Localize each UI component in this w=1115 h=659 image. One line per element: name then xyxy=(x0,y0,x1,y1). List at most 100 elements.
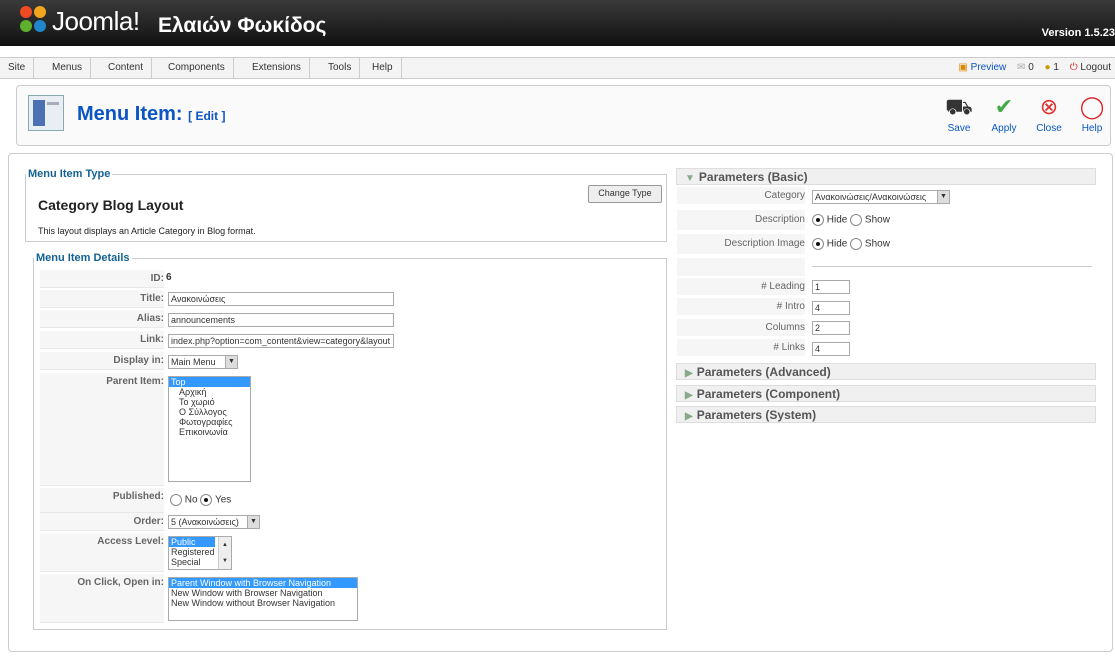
onclick-option[interactable]: Parent Window with Browser Navigation xyxy=(169,578,357,588)
layout-name: Category Blog Layout xyxy=(38,197,184,213)
users-count[interactable]: ● 1 xyxy=(1045,62,1059,73)
id-label: ID: xyxy=(40,270,164,288)
access-level-label: Access Level: xyxy=(40,533,164,572)
mail-icon: ✉ xyxy=(1017,62,1026,73)
menu-menus[interactable]: Menus xyxy=(44,58,92,78)
admin-header: Joomla! Ελαιών Φωκίδος Version 1.5.23 xyxy=(0,0,1115,46)
description-hide-radio[interactable] xyxy=(812,214,824,226)
category-label: Category xyxy=(677,187,805,204)
link-input[interactable]: index.php?option=com_content&view=catego… xyxy=(168,334,394,348)
published-no-radio[interactable] xyxy=(170,494,182,506)
onclick-option[interactable]: New Window with Browser Navigation xyxy=(169,588,357,598)
preview-link[interactable]: ▣ Preview xyxy=(958,62,1006,73)
parent-option[interactable]: Το χωριό xyxy=(169,397,250,407)
title-label: Title: xyxy=(40,290,164,308)
menu-site[interactable]: Site xyxy=(0,58,35,78)
onclick-list[interactable]: Parent Window with Browser Navigation Ne… xyxy=(168,577,358,621)
menu-extensions[interactable]: Extensions xyxy=(244,58,310,78)
menu-item-page-icon xyxy=(28,95,64,131)
parent-option[interactable]: Top xyxy=(169,377,250,387)
alias-input[interactable]: announcements xyxy=(168,313,394,327)
access-level-list[interactable]: Public Registered Special ▲ ▼ xyxy=(168,536,232,570)
published-label: Published: xyxy=(40,488,164,513)
description-image-radios: Hide Show xyxy=(812,238,890,250)
description-show-radio[interactable] xyxy=(850,214,863,226)
order-select[interactable]: 5 (Ανακοινώσεις) ▼ xyxy=(168,515,260,529)
id-value: 6 xyxy=(166,272,172,283)
chevron-down-icon: ▼ xyxy=(937,191,949,203)
listbox-scrollbar[interactable]: ▲ ▼ xyxy=(218,537,231,569)
version-label: Version 1.5.23 xyxy=(1041,27,1115,39)
leading-label: # Leading xyxy=(677,278,805,295)
links-label: # Links xyxy=(677,339,805,356)
params-component-header[interactable]: ▶ Parameters (Component) xyxy=(676,385,1096,402)
parent-option[interactable]: Αρχική xyxy=(169,387,250,397)
display-in-select[interactable]: Main Menu ▼ xyxy=(168,355,238,369)
close-button[interactable]: ⊗ Close xyxy=(1029,94,1069,134)
separator-line xyxy=(812,266,1092,267)
logout-link[interactable]: ⏻ Logout xyxy=(1070,62,1111,73)
apply-button[interactable]: ✔ Apply xyxy=(984,94,1024,134)
params-advanced-header[interactable]: ▶ Parameters (Advanced) xyxy=(676,363,1096,380)
site-name: Ελαιών Φωκίδος xyxy=(158,14,327,37)
save-icon: ⛟ xyxy=(945,94,973,119)
expand-right-icon: ▶ xyxy=(685,368,693,379)
params-basic-header[interactable]: ▼ Parameters (Basic) xyxy=(676,168,1096,185)
logout-icon: ⏻ xyxy=(1069,62,1078,73)
category-select[interactable]: Ανακοινώσεις/Ανακοινώσεις ▼ xyxy=(812,190,950,204)
access-option[interactable]: Public xyxy=(169,537,215,547)
published-yes-radio[interactable] xyxy=(200,494,213,506)
page-title-suffix: [ Edit ] xyxy=(188,109,226,123)
parent-option[interactable]: Επικοινωνία xyxy=(169,427,250,437)
expand-right-icon: ▶ xyxy=(685,390,693,401)
description-image-label: Description Image xyxy=(677,234,805,254)
expand-down-icon: ▼ xyxy=(685,173,695,184)
preview-icon: ▣ xyxy=(958,62,968,73)
save-button[interactable]: ⛟ Save xyxy=(939,94,979,134)
menu-components[interactable]: Components xyxy=(160,58,234,78)
params-system-header[interactable]: ▶ Parameters (System) xyxy=(676,406,1096,423)
onclick-option[interactable]: New Window without Browser Navigation xyxy=(169,598,357,608)
page-title: Menu Item: [ Edit ] xyxy=(77,103,226,125)
joomla-logo-icon xyxy=(20,6,48,34)
menu-item-details-legend: Menu Item Details xyxy=(36,252,130,264)
spacer-row xyxy=(677,258,805,276)
title-input[interactable]: Ανακοινώσεις xyxy=(168,292,394,306)
menu-item-type-legend: Menu Item Type xyxy=(28,168,111,180)
display-in-label: Display in: xyxy=(40,352,164,370)
help-icon: ◯ xyxy=(1079,94,1105,119)
close-icon: ⊗ xyxy=(1039,94,1059,119)
intro-input[interactable]: 4 xyxy=(812,301,850,315)
check-icon: ✔ xyxy=(994,94,1014,119)
columns-label: Columns xyxy=(677,319,805,336)
chevron-down-icon: ▼ xyxy=(247,516,259,528)
description-image-show-radio[interactable] xyxy=(850,238,863,250)
messages-count[interactable]: ✉ 0 xyxy=(1017,62,1034,73)
status-area: ▣ Preview ✉ 0 ● 1 ⏻ Logout xyxy=(950,58,1111,78)
onclick-label: On Click, Open in: xyxy=(40,574,164,623)
expand-right-icon: ▶ xyxy=(685,411,693,422)
columns-input[interactable]: 2 xyxy=(812,321,850,335)
published-radios: No Yes xyxy=(170,494,231,506)
menu-content[interactable]: Content xyxy=(100,58,153,78)
joomla-brand: Joomla! xyxy=(52,6,140,36)
layout-description: This layout displays an Article Category… xyxy=(38,226,256,236)
chevron-down-icon: ▼ xyxy=(225,356,237,368)
parent-option[interactable]: Ο Σύλλογος xyxy=(169,407,250,417)
alias-label: Alias: xyxy=(40,310,164,328)
links-input[interactable]: 4 xyxy=(812,342,850,356)
leading-input[interactable]: 1 xyxy=(812,280,850,294)
parent-option[interactable]: Φωτογραφίες xyxy=(169,417,250,427)
help-button[interactable]: ◯ Help xyxy=(1072,94,1112,134)
link-label: Link: xyxy=(40,331,164,349)
change-type-button[interactable]: Change Type xyxy=(588,185,662,203)
description-image-hide-radio[interactable] xyxy=(812,238,824,250)
menu-tools[interactable]: Tools xyxy=(320,58,361,78)
description-label: Description xyxy=(677,210,805,230)
parent-item-label: Parent Item: xyxy=(40,373,164,486)
admin-menubar: Site Menus Content Components Extensions… xyxy=(0,57,1115,79)
toolbar-box: Menu Item: [ Edit ] ⛟ Save ✔ Apply ⊗ Close … xyxy=(16,85,1111,146)
users-icon: ● xyxy=(1044,62,1051,73)
menu-help[interactable]: Help xyxy=(364,58,402,78)
parent-item-list[interactable]: Top Αρχική Το χωριό Ο Σύλλογος Φωτογραφί… xyxy=(168,376,251,482)
